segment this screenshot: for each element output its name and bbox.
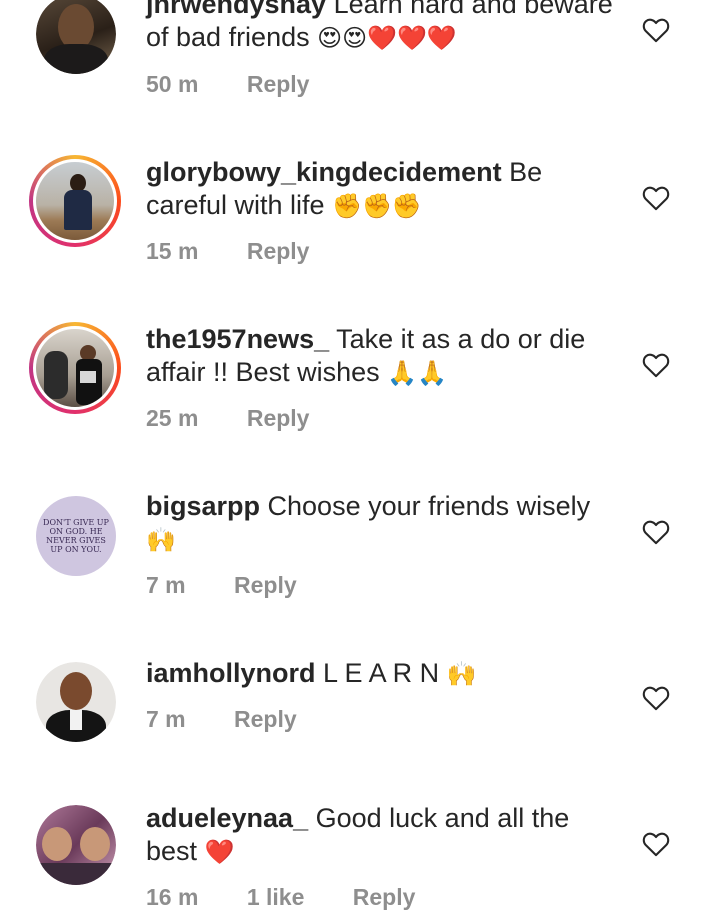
avatar[interactable]: DON'T GIVE UP ON GOD. HE NEVER GIVES UP … [36,496,116,576]
comment-emoji: 😍😍❤️❤️❤️ [317,24,457,52]
comment-time: 16 m [146,884,199,910]
avatar[interactable] [36,805,116,885]
comment-emoji: 🙌 [446,660,477,688]
comment-text: Choose your friends wisely [267,491,591,521]
comment-text: L E A R N [323,658,440,688]
heart-outline-icon[interactable] [642,685,670,711]
comments-list: jnrwendyshay Learn hard and beware of ba… [0,0,711,921]
comment-emoji: 🙏🙏 [387,359,447,387]
comment-time: 50 m [146,71,199,97]
like-count[interactable]: 1 like [247,884,305,910]
reply-button[interactable]: Reply [234,706,297,732]
comment-time: 15 m [146,238,199,264]
avatar[interactable] [29,155,121,247]
heart-outline-icon[interactable] [642,17,670,43]
comment-emoji: ✊✊✊ [332,192,422,220]
avatar[interactable] [29,322,121,414]
reply-button[interactable]: Reply [353,884,416,910]
comment-username[interactable]: iamhollynord [146,658,316,688]
comment-emoji: ❤️ [204,838,235,866]
avatar[interactable] [36,662,116,742]
comment-time: 25 m [146,405,199,431]
comment-username[interactable]: the1957news_ [146,324,329,354]
reply-button[interactable]: Reply [234,572,297,598]
reply-button[interactable]: Reply [247,405,310,431]
avatar[interactable] [36,0,116,74]
heart-outline-icon[interactable] [642,185,670,211]
reply-button[interactable]: Reply [247,71,310,97]
comment-username[interactable]: adueleynaa_ [146,803,308,833]
comment-emoji: 🙌 [146,526,176,554]
reply-button[interactable]: Reply [247,238,310,264]
comment-time: 7 m [146,706,186,732]
comment-username[interactable]: jnrwendyshay [146,0,326,19]
comment-time: 7 m [146,572,186,598]
heart-outline-icon[interactable] [642,352,670,378]
comment-username[interactable]: glorybowy_kingdecidement [146,157,502,187]
heart-outline-icon[interactable] [642,519,670,545]
heart-outline-icon[interactable] [642,831,670,857]
avatar-quote-text: DON'T GIVE UP ON GOD. HE NEVER GIVES UP … [36,496,116,576]
comment-username[interactable]: bigsarpp [146,491,260,521]
